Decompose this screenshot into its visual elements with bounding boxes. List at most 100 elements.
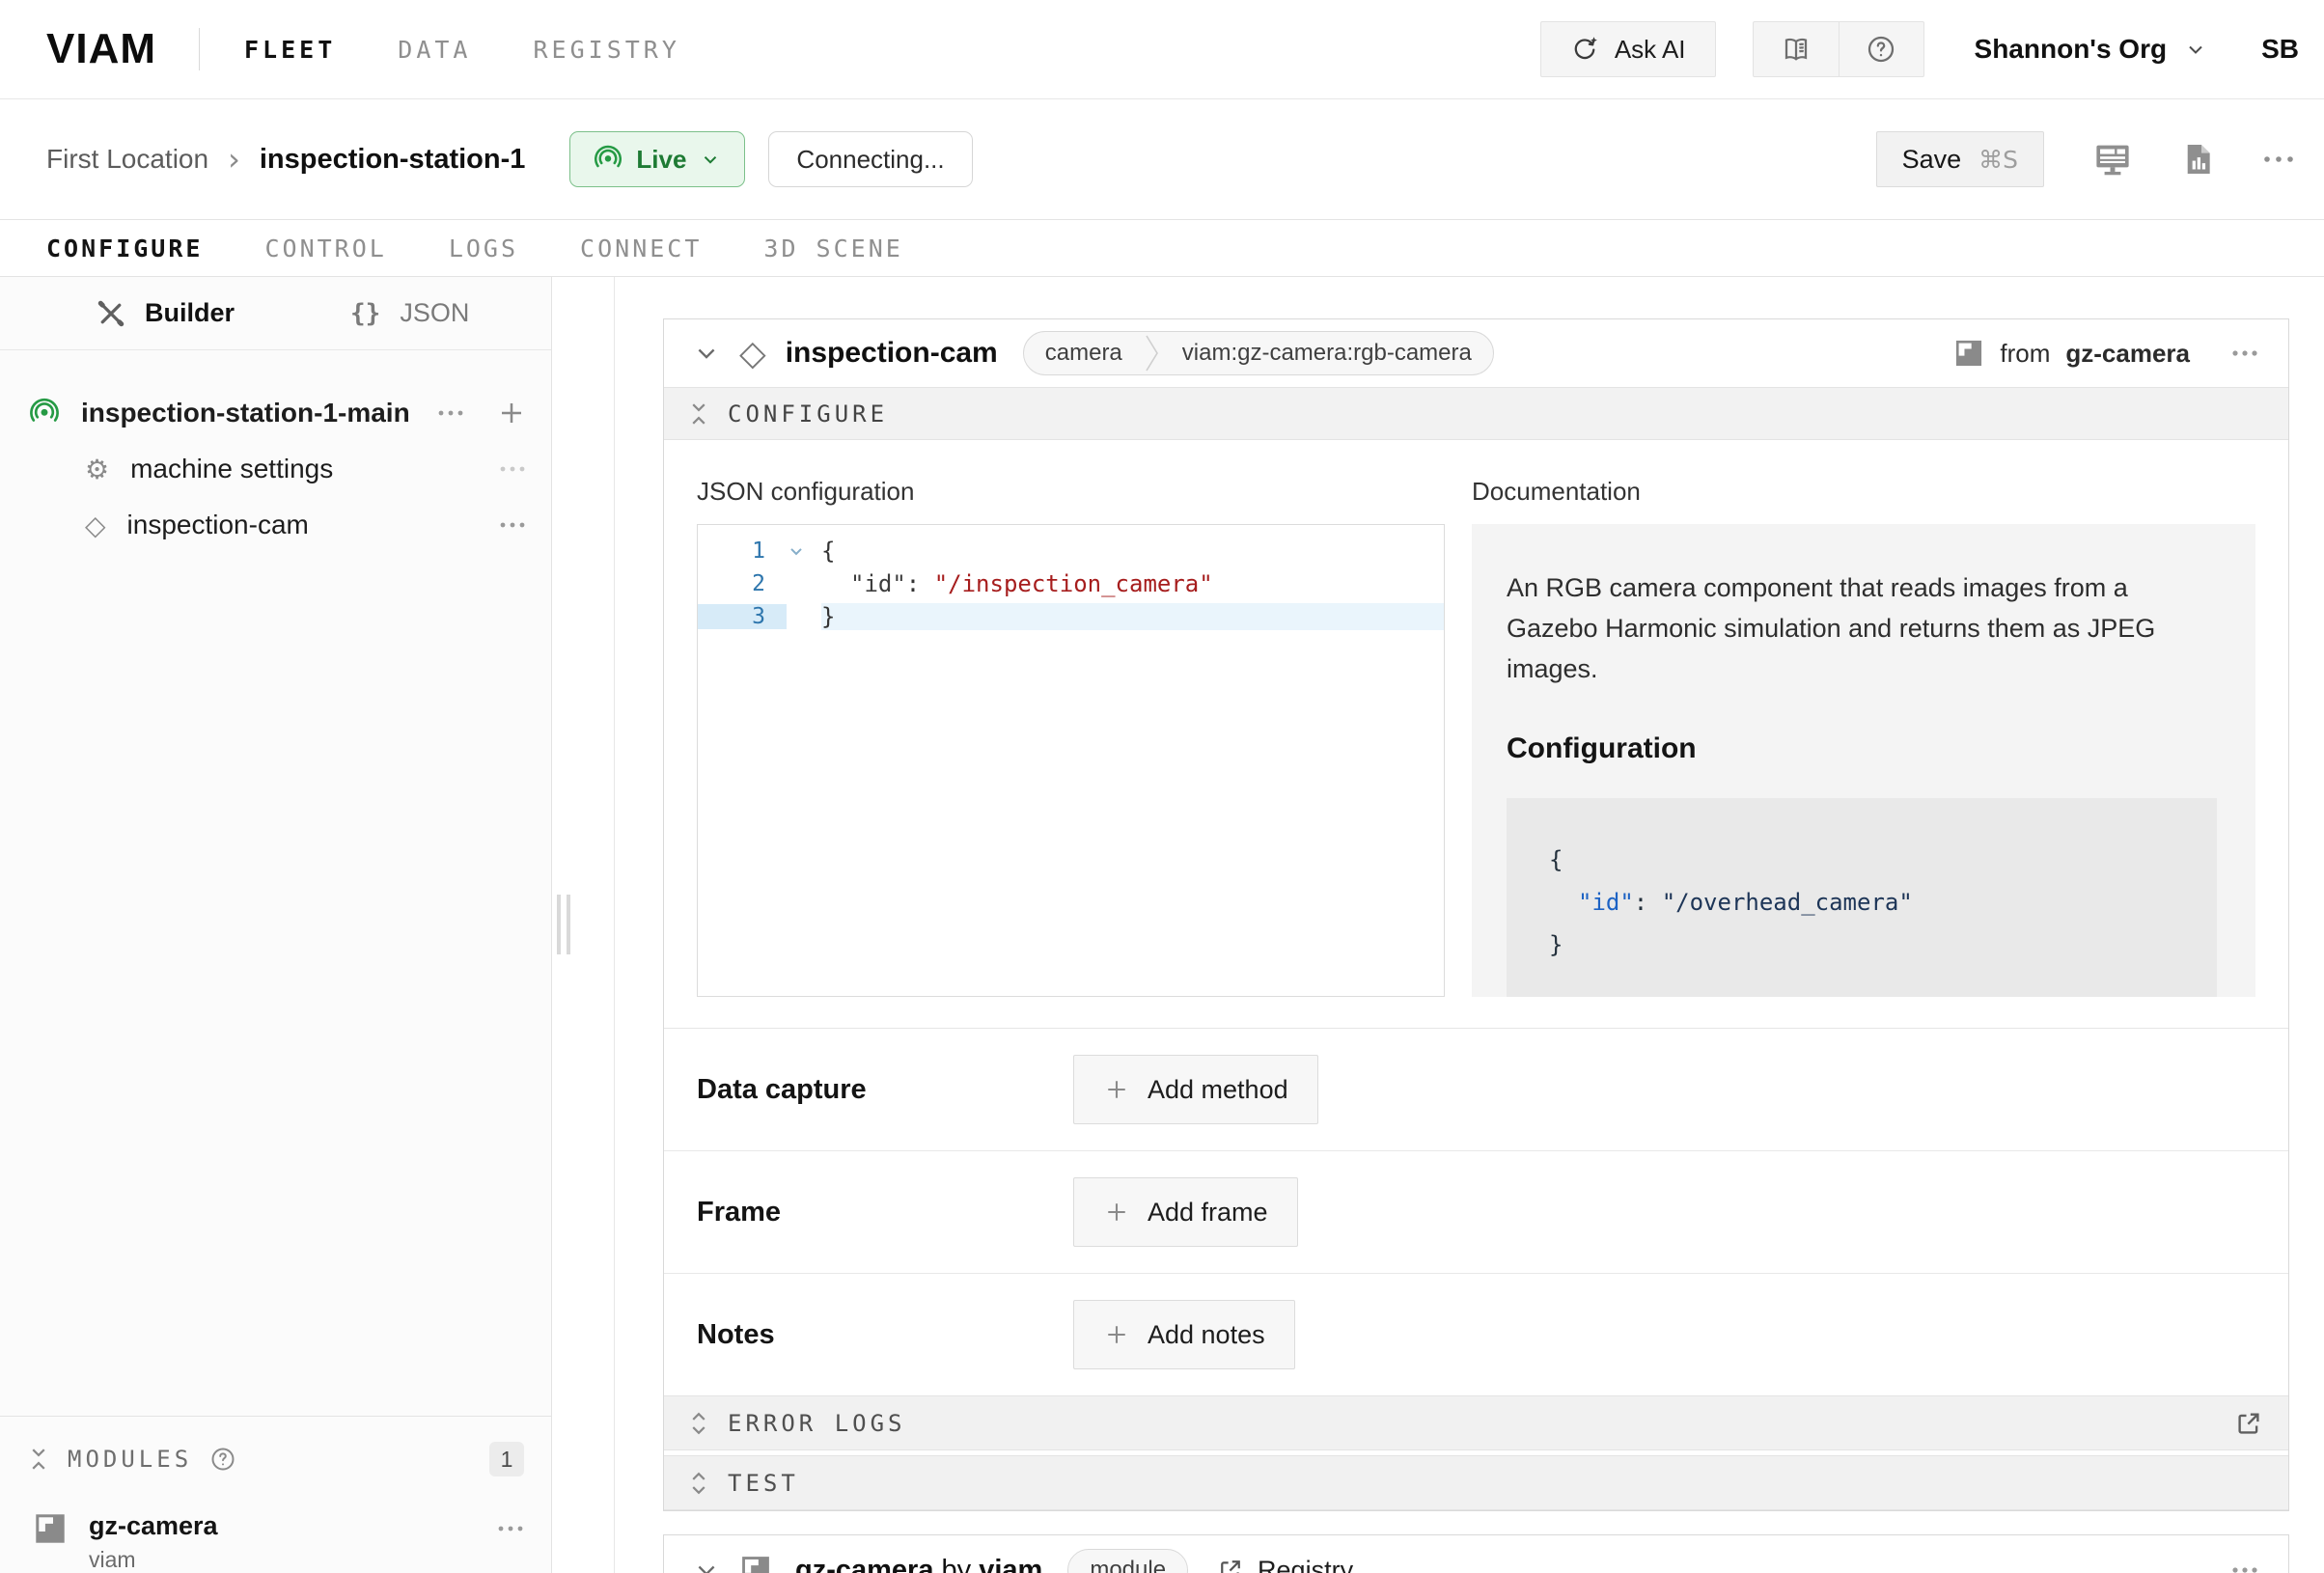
- connecting-button[interactable]: Connecting...: [768, 131, 972, 187]
- test-title: TEST: [728, 1470, 799, 1497]
- component-diamond-icon: ◇: [739, 334, 766, 373]
- expand-section-icon: [689, 1469, 708, 1498]
- error-logs-bar[interactable]: ERROR LOGS: [664, 1395, 2288, 1450]
- modules-header[interactable]: MODULES 1: [29, 1442, 524, 1476]
- save-shortcut: ⌘S: [1978, 146, 2018, 174]
- module-more-icon[interactable]: [497, 1525, 524, 1532]
- module-card-more-icon[interactable]: [2230, 1566, 2259, 1573]
- configure-section-bar[interactable]: CONFIGURE: [664, 387, 2288, 440]
- json-label: JSON: [400, 298, 469, 328]
- module-card-header: gz-camera by viam module Registry: [664, 1535, 2288, 1573]
- code-text: "id": "/overhead_camera": [1549, 881, 2188, 924]
- tree-more-icon[interactable]: [499, 521, 526, 529]
- editor-line: 2 "id": "/inspection_camera": [698, 567, 1444, 600]
- tab-configure[interactable]: CONFIGURE: [46, 235, 203, 262]
- modules-title: MODULES: [68, 1446, 192, 1473]
- add-component-icon[interactable]: [497, 399, 526, 428]
- editor-line: 1 {: [698, 535, 1444, 567]
- save-button[interactable]: Save ⌘S: [1876, 131, 2044, 187]
- top-nav: VIAM FLEET DATA REGISTRY Ask AI: [0, 0, 2324, 99]
- main-panel: ◇ inspection-cam camera viam:gz-camera:r…: [615, 277, 2324, 1573]
- component-type-chip: camera viam:gz-camera:rgb-camera: [1023, 331, 1494, 375]
- chip-module-label: module: [1068, 1557, 1187, 1573]
- json-config-editor[interactable]: 1 { 2 "id": "/inspection_camera": [697, 524, 1445, 997]
- tab-control[interactable]: CONTROL: [264, 235, 386, 262]
- component-more-icon[interactable]: [2230, 349, 2259, 357]
- open-logs-external-icon[interactable]: [2234, 1409, 2263, 1438]
- registry-label: Registry: [1258, 1556, 1353, 1573]
- module-card: gz-camera by viam module Registry: [663, 1534, 2289, 1573]
- help-icon-group: [1753, 21, 1924, 77]
- builder-toggle[interactable]: Builder: [97, 298, 235, 328]
- collapse-section-icon: [29, 1445, 48, 1474]
- module-icon: [739, 1554, 772, 1573]
- add-method-label: Add method: [1148, 1075, 1288, 1105]
- from-module-info[interactable]: from gz-camera: [1953, 338, 2190, 369]
- component-title: inspection-cam: [786, 337, 998, 370]
- report-document-icon[interactable]: [2179, 141, 2216, 178]
- nav-item-registry[interactable]: REGISTRY: [533, 36, 679, 64]
- notes-label: Notes: [697, 1319, 1073, 1351]
- nav-item-data[interactable]: DATA: [398, 36, 471, 64]
- docs-book-icon[interactable]: [1754, 22, 1839, 76]
- external-link-icon: [1217, 1557, 1244, 1573]
- viam-logo[interactable]: VIAM: [46, 25, 156, 73]
- add-notes-button[interactable]: Add notes: [1073, 1300, 1295, 1369]
- component-card: ◇ inspection-cam camera viam:gz-camera:r…: [663, 318, 2289, 1511]
- braces-icon: {}: [350, 299, 380, 328]
- tree-item-machine-part[interactable]: inspection-station-1-main: [0, 385, 551, 441]
- json-toggle[interactable]: {} JSON: [350, 298, 469, 328]
- ask-ai-icon: [1570, 35, 1599, 64]
- collapse-chevron-icon[interactable]: [693, 1557, 720, 1573]
- plus-icon: [1103, 1076, 1130, 1103]
- add-frame-button[interactable]: Add frame: [1073, 1177, 1298, 1247]
- editor-line-active: 3 }: [698, 600, 1444, 633]
- tree-more-icon[interactable]: [437, 409, 464, 417]
- avatar[interactable]: SB: [2261, 34, 2299, 65]
- ask-ai-button[interactable]: Ask AI: [1540, 21, 1716, 77]
- tab-connect[interactable]: CONNECT: [580, 235, 702, 262]
- ask-ai-label: Ask AI: [1615, 35, 1686, 65]
- panel-gutter: [552, 277, 615, 1573]
- tab-3d-scene[interactable]: 3D SCENE: [763, 235, 902, 262]
- json-config-label: JSON configuration: [697, 477, 1445, 507]
- test-bar[interactable]: TEST: [664, 1455, 2288, 1510]
- chevron-down-icon: [2184, 38, 2207, 61]
- tab-logs[interactable]: LOGS: [449, 235, 518, 262]
- add-method-button[interactable]: Add method: [1073, 1055, 1318, 1124]
- data-capture-row: Data capture Add method: [664, 1029, 2288, 1151]
- live-chevron-down-icon: [700, 149, 721, 170]
- configure-body: JSON configuration 1 {: [664, 440, 2288, 1029]
- registry-link[interactable]: Registry: [1217, 1556, 1353, 1573]
- tree-item-label: inspection-cam: [127, 510, 309, 540]
- code-text: {: [1549, 839, 2188, 881]
- chip-model-label: viam:gz-camera:rgb-camera: [1161, 340, 1493, 367]
- expand-section-icon: [689, 1409, 708, 1438]
- live-status-dropdown[interactable]: Live: [569, 131, 745, 187]
- documentation-panel[interactable]: An RGB camera component that reads image…: [1472, 524, 2255, 997]
- org-switcher[interactable]: Shannon's Org: [1975, 34, 2208, 65]
- frame-row: Frame Add frame: [664, 1151, 2288, 1274]
- collapse-chevron-icon[interactable]: [693, 340, 720, 367]
- module-list-item[interactable]: gz-camera viam: [29, 1511, 524, 1573]
- more-options-icon[interactable]: [2262, 154, 2295, 164]
- tree-item-inspection-cam[interactable]: ◇ inspection-cam: [0, 497, 551, 553]
- modules-help-icon[interactable]: [209, 1446, 236, 1473]
- sidebar-resize-handle[interactable]: [557, 895, 570, 954]
- tree-item-machine-settings[interactable]: ⚙ machine settings: [0, 441, 551, 497]
- machine-bar: First Location › inspection-station-1 Li…: [0, 99, 2324, 220]
- monitor-icon[interactable]: [2092, 139, 2133, 179]
- fold-chevron-icon[interactable]: [787, 541, 821, 561]
- save-label: Save: [1902, 145, 1962, 175]
- chip-divider-icon: [1144, 331, 1161, 375]
- notes-row: Notes Add notes: [664, 1274, 2288, 1395]
- breadcrumb-location[interactable]: First Location: [46, 144, 208, 175]
- data-capture-label: Data capture: [697, 1074, 1073, 1106]
- builder-json-toggle: Builder {} JSON: [0, 277, 551, 350]
- from-module-name: gz-camera: [2065, 339, 2190, 369]
- help-icon[interactable]: [1839, 22, 1923, 76]
- tree-more-icon[interactable]: [499, 465, 526, 473]
- builder-tools-icon: [97, 299, 125, 328]
- nav-item-fleet[interactable]: FLEET: [244, 36, 336, 64]
- live-status-icon: [594, 145, 622, 174]
